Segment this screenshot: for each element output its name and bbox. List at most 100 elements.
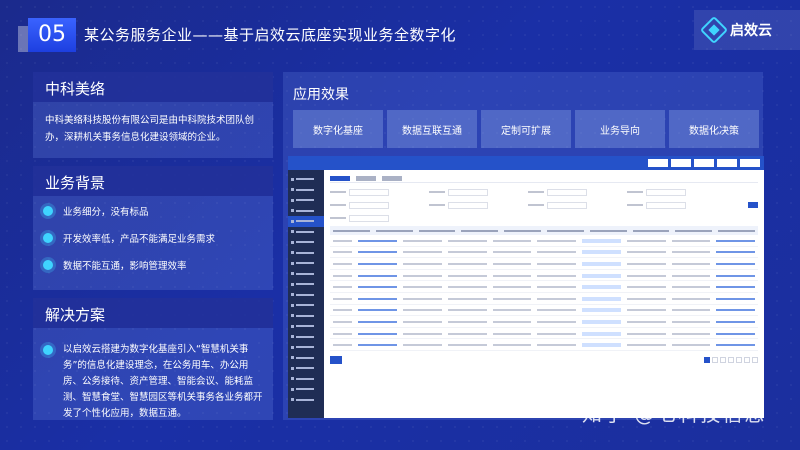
table-row[interactable] [330, 305, 758, 317]
sidebar-item-label [296, 199, 314, 202]
table-cell [537, 251, 577, 254]
filter-input[interactable] [349, 214, 389, 222]
page-button[interactable] [728, 356, 734, 363]
table-row[interactable] [330, 270, 758, 282]
row-action[interactable] [716, 309, 755, 312]
brand-logo: 启效云 [694, 10, 800, 50]
tab-customizable[interactable]: 定制可扩展 [481, 110, 571, 148]
table-cell-link[interactable] [358, 262, 398, 265]
table-row[interactable] [330, 316, 758, 328]
row-action[interactable] [716, 286, 755, 289]
table-row[interactable] [330, 281, 758, 293]
table-cell-link[interactable] [358, 344, 398, 347]
sidebar-item[interactable] [288, 342, 324, 353]
sidebar-item[interactable] [288, 311, 324, 322]
table-cell-link[interactable] [358, 286, 398, 289]
table-row[interactable] [330, 247, 758, 259]
filter-row [330, 200, 758, 210]
sidebar-item-label [296, 377, 314, 380]
sidebar-item[interactable] [288, 195, 324, 206]
filter-input[interactable] [349, 201, 389, 209]
table-cell-link[interactable] [358, 274, 398, 277]
row-action[interactable] [716, 344, 755, 347]
table-cell [333, 320, 353, 323]
row-action[interactable] [716, 320, 755, 323]
app-top-button[interactable] [717, 159, 737, 167]
sidebar-item[interactable] [288, 353, 324, 364]
sidebar-item[interactable] [288, 395, 324, 406]
row-action[interactable] [716, 239, 755, 242]
sidebar-item[interactable] [288, 206, 324, 217]
sidebar-item[interactable] [288, 227, 324, 238]
menu-icon [291, 366, 294, 370]
page-button[interactable] [704, 356, 710, 363]
filter-input[interactable] [646, 201, 686, 209]
app-top-button[interactable] [694, 159, 714, 167]
row-action[interactable] [716, 332, 755, 335]
table-row[interactable] [330, 339, 758, 351]
sidebar-item[interactable] [288, 174, 324, 185]
table-cell-link[interactable] [358, 251, 398, 254]
sidebar-item-label [296, 314, 314, 317]
table-cell-link[interactable] [358, 332, 398, 335]
table-cell [492, 332, 532, 335]
row-action[interactable] [716, 297, 755, 300]
sidebar-item[interactable] [288, 248, 324, 259]
table-cell-link[interactable] [358, 309, 398, 312]
table-cell [447, 262, 487, 265]
table-cell [333, 239, 353, 242]
page-button[interactable] [736, 356, 742, 363]
table-row[interactable] [330, 328, 758, 340]
row-action[interactable] [716, 251, 755, 254]
table-cell [403, 251, 442, 254]
bullet-text: 开发效率低，产品不能满足业务需求 [63, 234, 216, 245]
page-button[interactable] [752, 356, 758, 363]
sidebar-item[interactable] [288, 384, 324, 395]
app-top-button[interactable] [671, 159, 691, 167]
page-button[interactable] [744, 356, 750, 363]
sidebar-item[interactable] [288, 321, 324, 332]
export-button[interactable] [330, 355, 342, 364]
sidebar-item[interactable] [288, 300, 324, 311]
tab-business-oriented[interactable]: 业务导向 [575, 110, 665, 148]
list-item: 业务细分，没有标品 [43, 204, 263, 218]
app-tab-active[interactable] [330, 176, 350, 181]
table-cell-link[interactable] [358, 239, 398, 242]
row-action[interactable] [716, 274, 755, 277]
filter-input[interactable] [547, 201, 587, 209]
sidebar-item[interactable] [288, 258, 324, 269]
row-action[interactable] [716, 262, 755, 265]
table-row[interactable] [330, 293, 758, 305]
page-button[interactable] [720, 356, 726, 363]
filter-input[interactable] [349, 188, 389, 196]
table-row[interactable] [330, 258, 758, 270]
sidebar-item[interactable] [288, 237, 324, 248]
filter-input[interactable] [448, 201, 488, 209]
tab-data-decision[interactable]: 数据化决策 [669, 110, 759, 148]
sidebar-item-active[interactable] [288, 216, 324, 227]
sidebar-item[interactable] [288, 363, 324, 374]
column-header [375, 229, 413, 232]
app-top-button[interactable] [740, 159, 760, 167]
sidebar-item[interactable] [288, 279, 324, 290]
filter-input[interactable] [448, 188, 488, 196]
filter-input[interactable] [547, 188, 587, 196]
search-button[interactable] [748, 202, 758, 208]
app-top-button[interactable] [648, 159, 668, 167]
filter-input[interactable] [646, 188, 686, 196]
sidebar-item[interactable] [288, 374, 324, 385]
tab-digital-base[interactable]: 数字化基座 [293, 110, 383, 148]
page-button[interactable] [712, 356, 718, 363]
sidebar-item[interactable] [288, 185, 324, 196]
table-cell-link[interactable] [358, 320, 398, 323]
tab-data-interconnect[interactable]: 数据互联互通 [387, 110, 477, 148]
sidebar-item[interactable] [288, 290, 324, 301]
menu-icon [291, 188, 294, 192]
table-row[interactable] [330, 235, 758, 247]
app-tab[interactable] [356, 176, 376, 181]
app-tab[interactable] [382, 176, 402, 181]
sidebar-item[interactable] [288, 332, 324, 343]
table-cell-link[interactable] [358, 297, 398, 300]
sidebar-item[interactable] [288, 269, 324, 280]
table-cell [626, 262, 666, 265]
